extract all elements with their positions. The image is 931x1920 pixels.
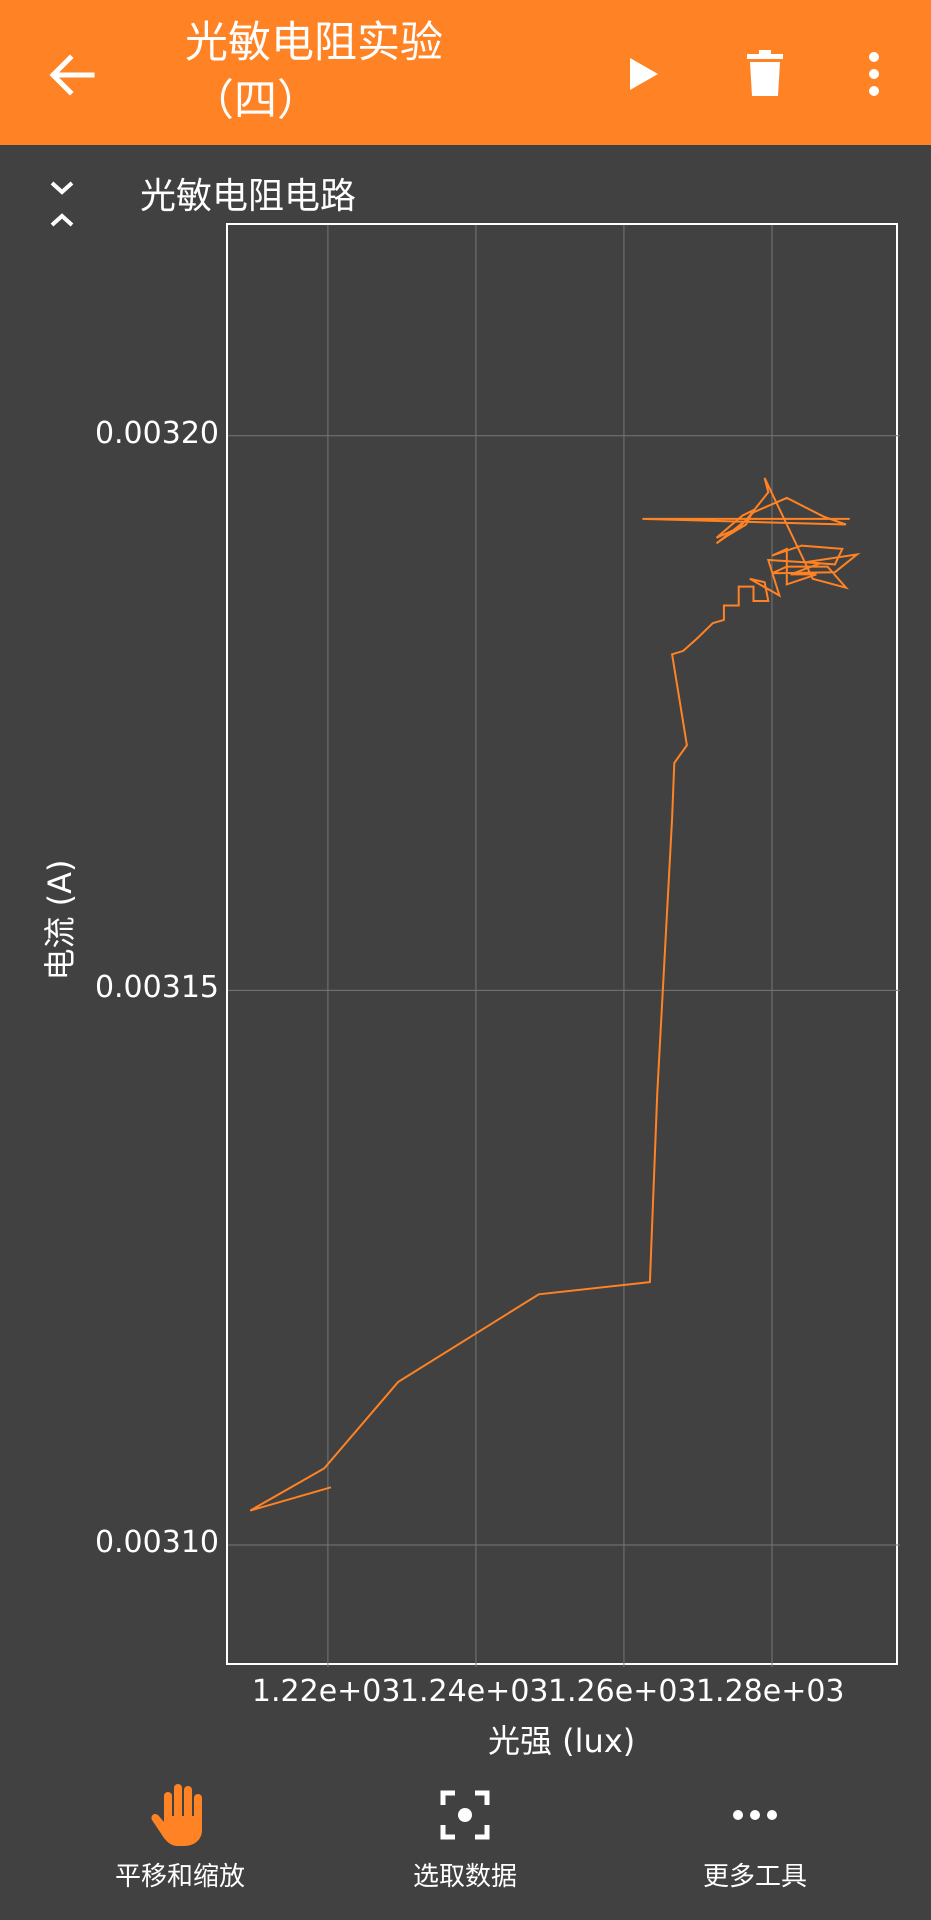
x-tick-label: 1.28e+03 bbox=[695, 1674, 845, 1709]
play-icon bbox=[630, 58, 658, 90]
bottom-toolbar: 平移和缩放 选取数据 更多工具 bbox=[0, 1760, 931, 1920]
page-title: 光敏电阻实验 （四） bbox=[185, 14, 515, 130]
hand-icon-wrap bbox=[145, 1780, 215, 1850]
play-button[interactable] bbox=[614, 44, 674, 104]
collapse-button[interactable] bbox=[44, 180, 80, 228]
x-axis-label: 光强 (lux) bbox=[488, 1722, 636, 1760]
x-tick-label: 1.22e+03 bbox=[251, 1674, 401, 1709]
chart-plot-area[interactable] bbox=[226, 223, 900, 1667]
more-tools[interactable]: 更多工具 bbox=[625, 1760, 885, 1920]
pan-zoom-label: 平移和缩放 bbox=[114, 1862, 245, 1892]
select-data-icon bbox=[440, 1790, 490, 1840]
more-horiz-icon bbox=[733, 1810, 777, 1820]
section-title: 光敏电阻电路 bbox=[140, 176, 357, 217]
y-axis-label: 电流 (A) bbox=[41, 859, 79, 981]
select-data-icon-wrap bbox=[430, 1780, 500, 1850]
section-header: 光敏电阻电路 bbox=[0, 168, 931, 228]
x-tick-label: 1.24e+03 bbox=[399, 1674, 549, 1709]
y-tick-label: 0.00315 bbox=[94, 970, 219, 1006]
app-bar: 光敏电阻实验 （四） bbox=[0, 0, 931, 145]
more-options-button[interactable] bbox=[844, 44, 904, 104]
more-vert-icon bbox=[869, 52, 879, 96]
collapse-icon bbox=[50, 181, 74, 227]
chart-svg bbox=[228, 225, 900, 1667]
back-button[interactable] bbox=[42, 47, 102, 103]
more-tools-label: 更多工具 bbox=[702, 1862, 807, 1892]
delete-button[interactable] bbox=[735, 44, 795, 104]
select-data-label: 选取数据 bbox=[412, 1862, 517, 1892]
select-data-tool[interactable]: 选取数据 bbox=[335, 1760, 595, 1920]
page-title-line1: 光敏电阻实验 bbox=[185, 18, 443, 68]
pan-zoom-tool[interactable]: 平移和缩放 bbox=[50, 1760, 310, 1920]
page-title-line2: （四） bbox=[191, 76, 320, 126]
series-line bbox=[249, 477, 861, 1512]
arrow-left-icon bbox=[49, 54, 95, 96]
hand-icon bbox=[151, 1784, 202, 1846]
x-tick-label: 1.26e+03 bbox=[547, 1674, 697, 1709]
y-tick-label: 0.00320 bbox=[94, 415, 219, 451]
trash-icon bbox=[747, 50, 783, 96]
y-tick-label: 0.00310 bbox=[94, 1524, 219, 1560]
more-horiz-icon-wrap bbox=[720, 1780, 790, 1850]
